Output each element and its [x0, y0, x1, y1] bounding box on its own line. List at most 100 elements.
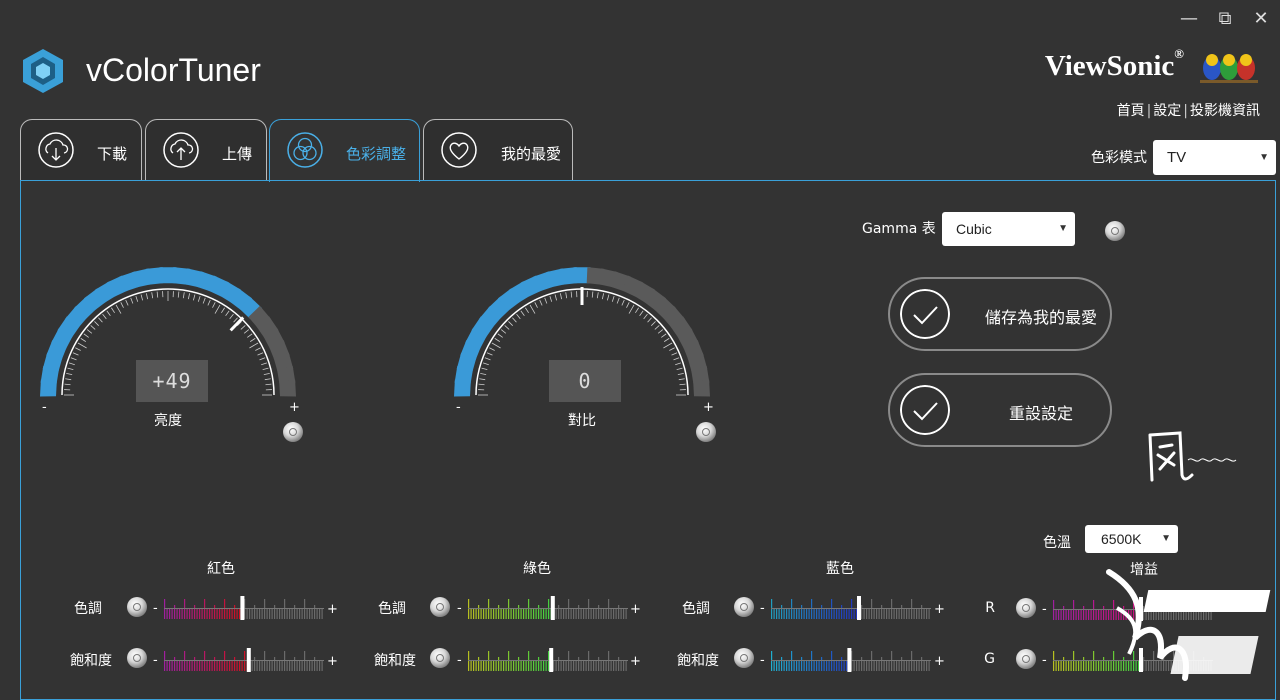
color-temp-select[interactable]: 6500K▼: [1085, 525, 1178, 553]
slider-tick: [606, 609, 607, 619]
slider-tick: [794, 661, 795, 671]
contrast-display: 0: [549, 360, 621, 402]
slider-tick: [272, 661, 273, 671]
slider-tick: [199, 609, 200, 619]
slider-tick: [237, 609, 238, 619]
projector-info-link[interactable]: 投影機資訊: [1190, 103, 1260, 119]
slider-tick: [586, 609, 587, 619]
brightness-tick: [255, 348, 260, 351]
slider-tick: [172, 661, 173, 671]
blue-hue-slider[interactable]: [770, 595, 932, 621]
contrast-tick: [669, 348, 674, 351]
slider-tick: [1083, 657, 1084, 671]
brightness-tick: [94, 321, 98, 325]
tab-label: 下載: [97, 143, 127, 164]
slider-tick: [239, 661, 240, 671]
slider-tick: [776, 661, 777, 671]
tab-upload[interactable]: 上傳: [145, 119, 267, 181]
gain-g-reset-icon[interactable]: [1016, 649, 1036, 669]
tab-download[interactable]: 下載: [20, 119, 142, 181]
green-hue-slider[interactable]: [467, 595, 629, 621]
contrast-tick: [489, 348, 494, 351]
slider-tick: [779, 661, 780, 671]
red-sat-reset-icon[interactable]: [127, 648, 147, 668]
slider-tick: [901, 605, 902, 619]
slider-tick: [267, 661, 268, 671]
home-link[interactable]: 首頁: [1117, 103, 1145, 119]
slider-tick: [819, 661, 820, 671]
slider-plus: +: [630, 654, 641, 669]
contrast-tick: [512, 318, 516, 322]
slider-tick: [516, 661, 517, 671]
slider-tick: [232, 661, 233, 671]
slider-tick: [209, 609, 210, 619]
slider-tick: [294, 605, 295, 619]
slider-tick: [924, 661, 925, 671]
slider-tick: [884, 609, 885, 619]
slider-tick: [1056, 661, 1057, 671]
slider-tick: [546, 609, 547, 619]
contrast-tick: [508, 321, 512, 325]
minimize-button[interactable]: —: [1176, 8, 1202, 30]
brightness-tick: [84, 334, 89, 338]
blue-sat-slider[interactable]: [770, 647, 932, 673]
contrast-tick: [482, 368, 488, 370]
slider-tick: [571, 661, 572, 671]
slider-tick: [217, 661, 218, 671]
slider-thumb[interactable]: [847, 648, 851, 672]
reset-settings-button[interactable]: 重設設定: [888, 373, 1112, 447]
close-button[interactable]: ✕: [1248, 8, 1274, 30]
blue-hue-reset-icon[interactable]: [734, 597, 754, 617]
slider-tick: [613, 609, 614, 619]
slider-thumb[interactable]: [240, 596, 244, 620]
red-hue-reset-icon[interactable]: [127, 597, 147, 617]
settings-link[interactable]: 設定: [1153, 103, 1181, 119]
slider-tick: [1083, 606, 1084, 620]
slider-tick: [876, 661, 877, 671]
contrast-tick: [651, 321, 655, 325]
slider-tick: [471, 661, 472, 671]
brightness-tick: [215, 305, 220, 314]
slider-tick: [774, 609, 775, 619]
gamma-reset-icon[interactable]: [1105, 221, 1125, 241]
blue-sat-reset-icon[interactable]: [734, 648, 754, 668]
contrast-reset-icon[interactable]: [696, 422, 716, 442]
brightness-tick: [234, 318, 238, 322]
gain-r-reset-icon[interactable]: [1016, 598, 1036, 618]
brightness-tick: [188, 293, 189, 299]
slider-tick: [518, 605, 519, 619]
contrast-tick: [545, 298, 547, 304]
slider-minus: -: [153, 601, 158, 616]
contrast-tick: [663, 343, 672, 348]
slider-tick: [177, 661, 178, 671]
color-mode-label: 色彩模式: [1091, 147, 1147, 167]
slider-tick: [533, 661, 534, 671]
slider-thumb[interactable]: [857, 596, 861, 620]
slider-tick: [312, 609, 313, 619]
red-hue-slider[interactable]: [163, 595, 325, 621]
color-mode-select[interactable]: TV▼: [1153, 140, 1276, 175]
tab-favorites[interactable]: 我的最愛: [423, 119, 573, 181]
red-sat-slider[interactable]: [163, 647, 325, 673]
slider-tick: [618, 657, 619, 671]
brightness-pointer[interactable]: [231, 317, 244, 330]
slider-thumb[interactable]: [549, 648, 553, 672]
slider-thumb[interactable]: [247, 648, 251, 672]
slider-tick: [516, 609, 517, 619]
green-sat-reset-icon[interactable]: [430, 648, 450, 668]
green-sat-slider[interactable]: [467, 647, 629, 673]
contrast-tick: [521, 311, 525, 316]
slider-tick: [886, 661, 887, 671]
slider-tick: [471, 609, 472, 619]
green-hue-reset-icon[interactable]: [430, 597, 450, 617]
tab-color-adjust[interactable]: 色彩調整: [269, 119, 420, 182]
slider-thumb[interactable]: [551, 596, 555, 620]
gamma-select[interactable]: Cubic▼: [942, 212, 1075, 246]
slider-tick: [513, 661, 514, 671]
slider-tick: [538, 605, 539, 619]
slider-tick: [916, 661, 917, 671]
brightness-reset-icon[interactable]: [283, 422, 303, 442]
save-favorite-button[interactable]: 儲存為我的最愛: [888, 277, 1112, 351]
restore-button[interactable]: ⧉: [1212, 8, 1238, 30]
brightness-tick: [146, 293, 147, 299]
